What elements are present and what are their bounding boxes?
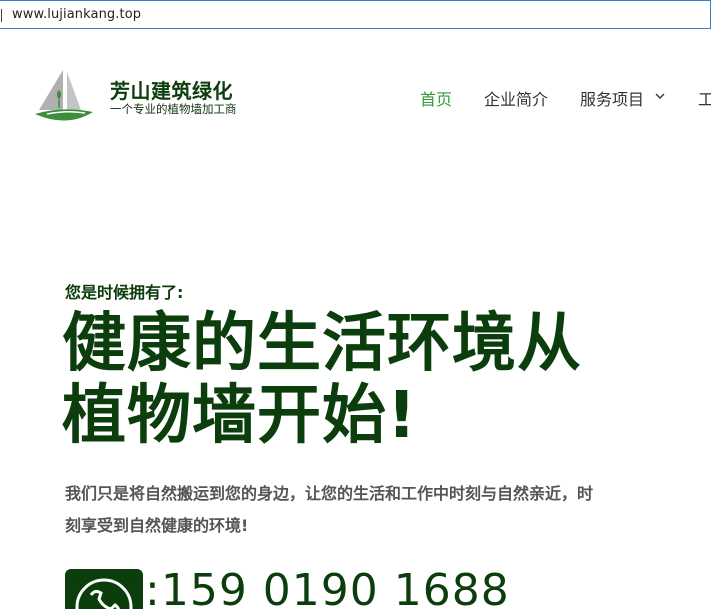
nav-home[interactable]: 首页 xyxy=(420,86,452,110)
nav-more[interactable]: 工 xyxy=(698,86,711,110)
brand-tagline: 一个专业的植物墙加工商 xyxy=(110,102,237,116)
phone-prefix: : xyxy=(145,565,161,616)
hero-headline: 健康的生活环境从 植物墙开始! xyxy=(62,308,642,452)
address-bar[interactable]: www.lujiankang.top xyxy=(0,0,711,29)
logo-icon[interactable] xyxy=(33,66,95,124)
headline-line-2: 植物墙开始! xyxy=(62,379,418,453)
phone-digits[interactable]: 159 0190 1688 xyxy=(161,565,510,616)
text-caret xyxy=(1,9,2,22)
nav-services[interactable]: 服务项目 xyxy=(580,86,644,110)
hero-kicker: 您是时候拥有了: xyxy=(65,283,184,302)
brand-name[interactable]: 芳山建筑绿化 xyxy=(110,75,233,104)
phone-icon xyxy=(65,569,143,609)
hero-description: 我们只是将自然搬运到您的身边，让您的生活和工作中时刻与自然亲近，时刻享受到自然健… xyxy=(65,484,594,535)
chevron-down-icon[interactable] xyxy=(655,92,665,100)
nav-about[interactable]: 企业简介 xyxy=(484,86,548,110)
phone-number[interactable]: :159 0190 1688 xyxy=(145,566,510,616)
url-text[interactable]: www.lujiankang.top xyxy=(12,7,141,22)
headline-line-1: 健康的生活环境从 xyxy=(62,307,582,381)
